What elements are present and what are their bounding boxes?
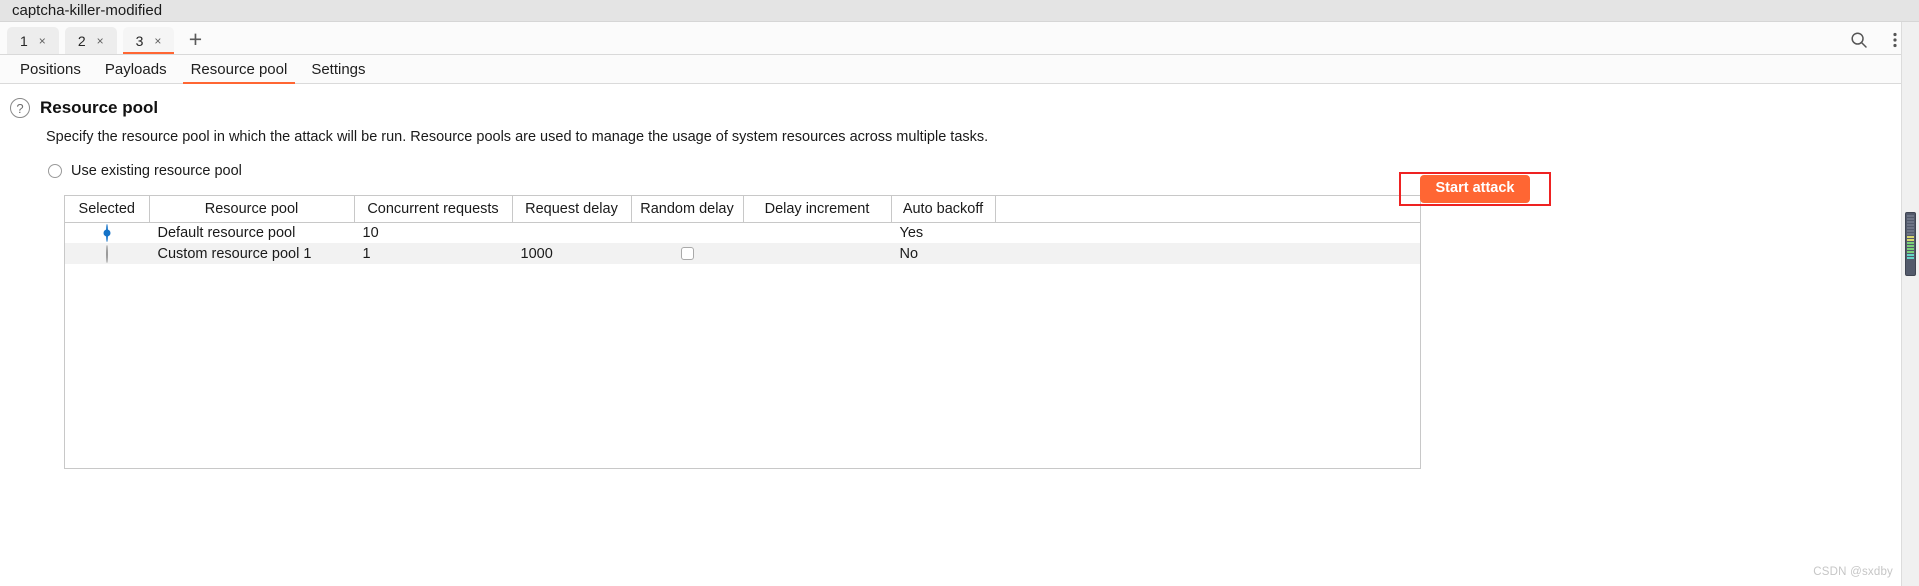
- attack-tab-2-label: 2: [77, 32, 86, 49]
- section-header: ? Resource pool: [0, 84, 1919, 118]
- meter-segment: [1907, 236, 1914, 238]
- use-existing-radio[interactable]: [48, 164, 62, 178]
- meter-segment: [1907, 257, 1914, 259]
- meter-segment: [1907, 239, 1914, 241]
- table-body: Default resource pool 10 Yes Custom reso…: [65, 222, 1420, 264]
- right-side-rail: [1901, 22, 1919, 586]
- column-header-resource-pool[interactable]: Resource pool: [149, 196, 355, 223]
- row-2-resource-pool: Custom resource pool 1: [149, 243, 354, 264]
- meter-segment: [1907, 245, 1914, 247]
- meter-segment: [1907, 215, 1914, 217]
- close-icon[interactable]: ×: [97, 35, 104, 47]
- row-1-select-radio[interactable]: [105, 223, 108, 242]
- tab-resource-pool[interactable]: Resource pool: [179, 55, 300, 84]
- section-description: Specify the resource pool in which the a…: [46, 129, 989, 145]
- row-2-auto-backoff: No: [891, 243, 995, 264]
- resource-pool-table: Selected Resource pool Concurrent reques…: [65, 196, 1420, 264]
- row-1-delay-increment: [743, 222, 891, 243]
- watermark: CSDN @sxdby: [1813, 566, 1893, 578]
- row-1-concurrent-requests: 10: [362, 224, 379, 241]
- resource-pool-table-container: Selected Resource pool Concurrent reques…: [64, 195, 1421, 469]
- meter-segment: [1907, 227, 1914, 229]
- page-title: Resource pool: [40, 98, 159, 117]
- row-1-selected-cell[interactable]: [65, 222, 149, 243]
- attack-tab-3[interactable]: 3 ×: [122, 27, 175, 54]
- meter-segment: [1907, 233, 1914, 235]
- attack-tab-2[interactable]: 2 ×: [64, 27, 117, 54]
- meter-segment: [1907, 248, 1914, 250]
- close-icon[interactable]: ×: [39, 35, 46, 47]
- row-2-delay-increment: [743, 243, 891, 264]
- meter-segment: [1907, 230, 1914, 232]
- column-header-filler: [995, 196, 1420, 223]
- column-header-auto-backoff[interactable]: Auto backoff: [891, 196, 996, 223]
- close-icon[interactable]: ×: [154, 35, 161, 47]
- meter-segment: [1907, 254, 1914, 256]
- meter-segment: [1907, 224, 1914, 226]
- use-existing-label: Use existing resource pool: [71, 163, 242, 179]
- table-row[interactable]: Custom resource pool 1 1 1000 No: [65, 243, 1420, 264]
- attack-tab-strip: 1 × 2 × 3 × +: [0, 22, 1919, 55]
- attack-tab-1-label: 1: [20, 32, 28, 49]
- row-2-random-delay-checkbox[interactable]: [680, 247, 694, 261]
- start-attack-button[interactable]: Start attack: [1419, 175, 1531, 203]
- memory-usage-meter[interactable]: [1905, 212, 1916, 276]
- intruder-nav-tabs: Positions Payloads Resource pool Setting…: [0, 55, 1919, 84]
- row-1-filler: [995, 222, 1420, 243]
- window-title-bar: captcha-killer-modified: [0, 0, 1919, 22]
- column-header-random-delay[interactable]: Random delay: [631, 196, 744, 223]
- start-attack-highlight: Start attack: [1399, 172, 1551, 206]
- row-2-concurrent-requests: 1: [354, 243, 512, 264]
- row-1-auto-backoff: Yes: [899, 224, 924, 241]
- resource-pool-panel: ? Resource pool Specify the resource poo…: [0, 84, 1919, 586]
- row-2-filler: [995, 243, 1420, 264]
- attack-tab-1[interactable]: 1 ×: [7, 27, 59, 54]
- row-1-request-delay: [512, 222, 631, 243]
- table-row[interactable]: Default resource pool 10 Yes: [65, 222, 1420, 243]
- row-2-select-radio[interactable]: [105, 244, 108, 263]
- row-1-resource-pool: Default resource pool: [157, 224, 296, 241]
- column-header-request-delay[interactable]: Request delay: [512, 196, 632, 223]
- window-title: captcha-killer-modified: [12, 2, 163, 19]
- meter-segment: [1907, 218, 1914, 220]
- row-1-random-delay: [631, 222, 743, 243]
- column-header-selected[interactable]: Selected: [65, 196, 150, 223]
- row-2-selected-cell[interactable]: [65, 243, 149, 264]
- add-tab-button[interactable]: +: [180, 27, 210, 54]
- meter-segment: [1907, 251, 1914, 253]
- meter-segment: [1907, 242, 1914, 244]
- column-header-delay-increment[interactable]: Delay increment: [743, 196, 892, 223]
- use-existing-resource-pool-option[interactable]: Use existing resource pool: [48, 163, 1919, 179]
- attack-tab-list: 1 × 2 × 3 × +: [0, 27, 210, 54]
- row-2-request-delay: 1000: [512, 243, 631, 264]
- tab-positions[interactable]: Positions: [8, 55, 93, 84]
- tab-settings[interactable]: Settings: [299, 55, 377, 84]
- column-header-concurrent-requests[interactable]: Concurrent requests: [354, 196, 513, 223]
- search-icon[interactable]: [1849, 30, 1869, 50]
- help-icon[interactable]: ?: [10, 98, 30, 118]
- table-header-row: Selected Resource pool Concurrent reques…: [65, 196, 1420, 223]
- attack-tab-3-label: 3: [135, 32, 144, 49]
- tab-payloads[interactable]: Payloads: [93, 55, 179, 84]
- meter-segment: [1907, 221, 1914, 223]
- row-2-random-delay: [631, 243, 743, 264]
